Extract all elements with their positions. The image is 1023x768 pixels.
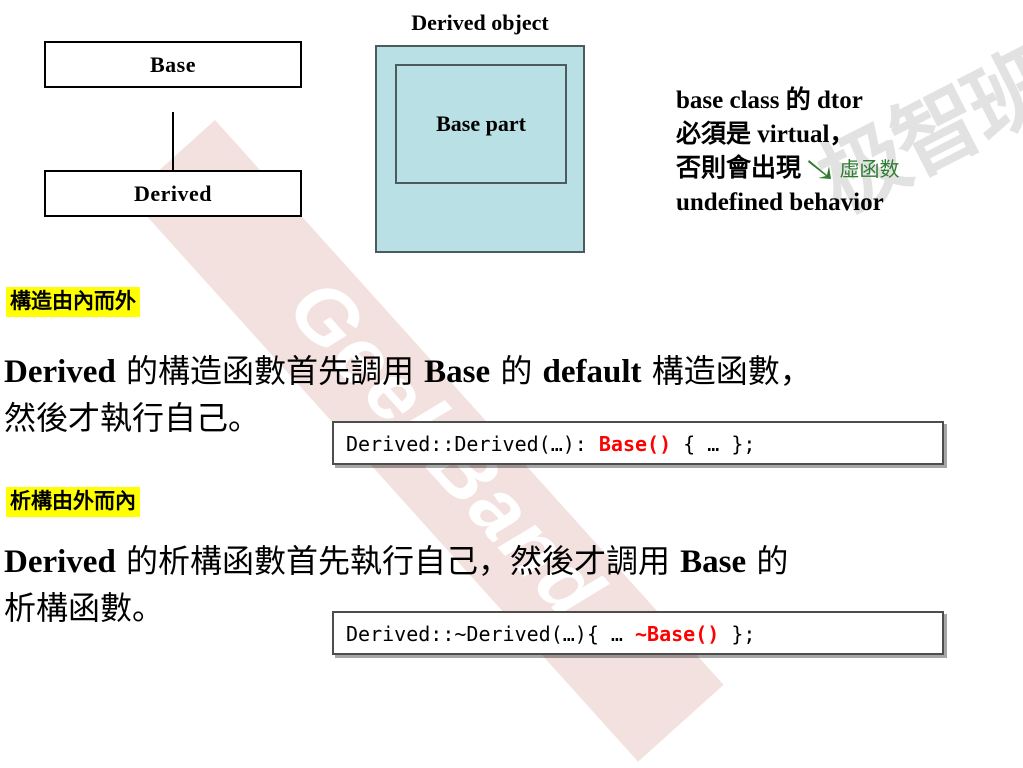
uml-base-class-box: Base	[44, 41, 302, 88]
note-line-3: 否則會出現 虛函数	[676, 152, 976, 186]
uml-base-class-label: Base	[150, 51, 196, 77]
note-line-3-text: 否則會出現	[676, 155, 802, 182]
note-annotation: 虛函数	[839, 157, 900, 181]
code-ctor-prefix: Derived::Derived(…):	[346, 432, 599, 456]
text-base-1: Base	[424, 354, 491, 390]
section-label-construction: 構造由內而外	[6, 287, 140, 317]
code-dtor-suffix: };	[719, 622, 756, 646]
uml-derived-class-label: Derived	[133, 180, 213, 206]
text-cn-1: 的構造函數首先調用	[115, 352, 425, 390]
text-cn-5: 的	[746, 542, 789, 580]
code-dtor-prefix: Derived::~Derived(…){ …	[346, 622, 635, 646]
code-ctor-keyword: Base()	[598, 432, 672, 456]
text-cn-4: 的析構函數首先執行自己，然後才調用	[115, 542, 681, 580]
paragraph-destruction-line-1: Derived 的析構函數首先執行自己，然後才調用 Base 的	[4, 538, 1004, 585]
note-line-1: base class 的 dtor	[676, 87, 863, 114]
green-arrow-icon	[808, 160, 832, 179]
base-part-box: Base part	[395, 64, 567, 184]
code-box-constructor: Derived::Derived(…): Base() { … };	[332, 421, 944, 465]
section-label-destruction: 析構由外而內	[6, 487, 140, 517]
slide-content: Base Derived Derived object Base part ba…	[0, 0, 1023, 676]
text-cn-2: 的	[490, 352, 543, 390]
derived-object-box: Base part	[375, 45, 585, 253]
code-box-destructor: Derived::~Derived(…){ … ~Base() };	[332, 611, 944, 655]
paragraph-construction-line-1: Derived 的構造函數首先調用 Base 的 default 構造函數，	[4, 348, 1004, 395]
text-default: default	[542, 354, 642, 390]
uml-derived-class-box: Derived	[44, 170, 302, 217]
text-base-2: Base	[680, 544, 747, 580]
note-line-4: undefined behavior	[676, 189, 884, 216]
code-dtor-keyword: ~Base()	[634, 622, 720, 646]
virtual-dtor-note: base class 的 dtor 必須是 virtual， 否則會出現 虛函数…	[676, 84, 976, 220]
text-derived-2: Derived	[4, 544, 116, 580]
inheritance-line	[172, 112, 174, 170]
text-cn-3: 構造函數，	[641, 352, 812, 390]
code-ctor-suffix: { … };	[671, 432, 756, 456]
derived-object-title: Derived object	[411, 10, 549, 35]
text-derived-1: Derived	[4, 354, 116, 390]
note-line-2: 必須是 virtual，	[676, 121, 855, 148]
base-part-label: Base part	[436, 111, 526, 136]
